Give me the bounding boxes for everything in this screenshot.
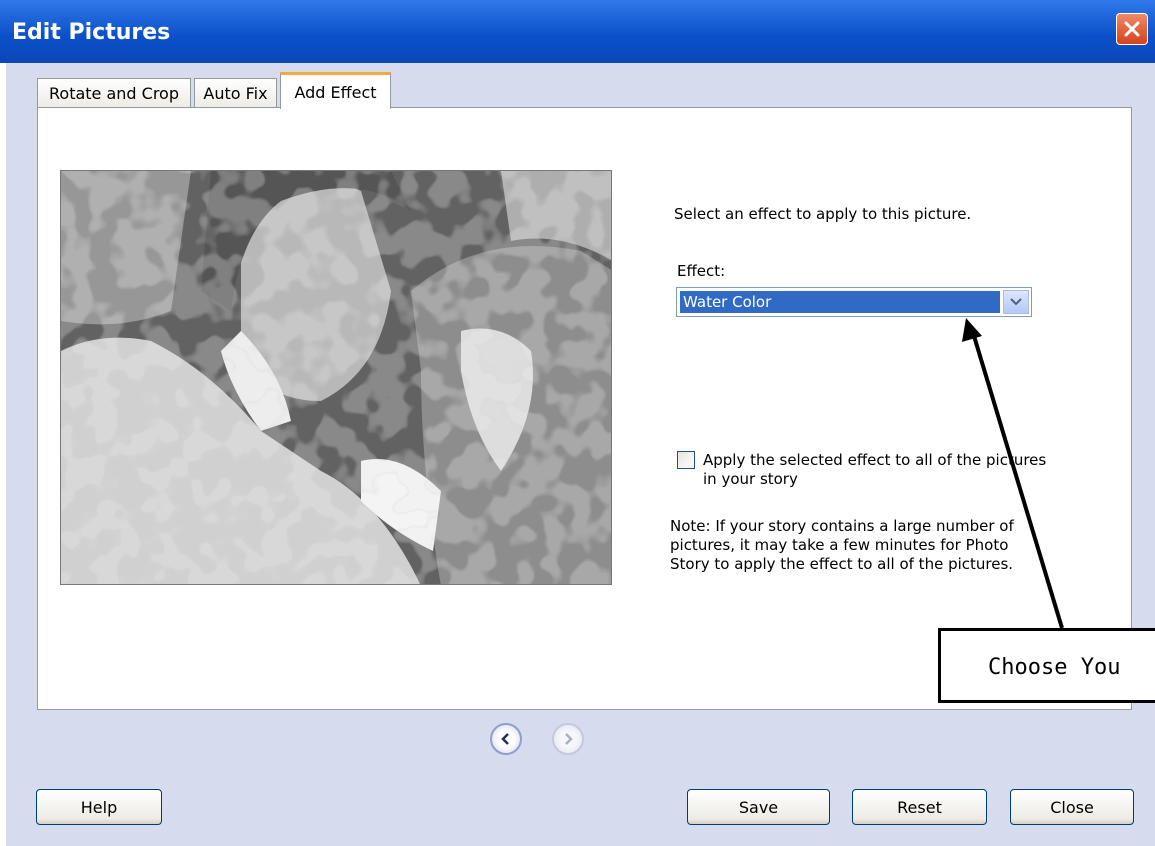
window-close-button[interactable] xyxy=(1116,13,1148,45)
title-bar[interactable]: Edit Pictures xyxy=(0,0,1155,63)
instruction-text: Select an effect to apply to this pictur… xyxy=(674,205,972,223)
next-picture-button[interactable] xyxy=(552,723,584,755)
chevron-left-icon xyxy=(501,733,509,745)
callout-box: Choose You xyxy=(938,628,1155,703)
save-button-label: Save xyxy=(738,797,779,817)
tab-rotate-and-crop[interactable]: Rotate and Crop xyxy=(37,78,191,108)
apply-all-checkbox[interactable] xyxy=(677,451,695,469)
tab-auto-fix[interactable]: Auto Fix xyxy=(194,78,277,108)
apply-all-label-line2: in your story xyxy=(703,470,798,488)
close-icon xyxy=(1124,21,1140,37)
tab-add-effect[interactable]: Add Effect xyxy=(280,72,391,109)
callout-text: Choose You xyxy=(988,655,1121,680)
previous-picture-button[interactable] xyxy=(490,723,522,755)
close-button-label: Close xyxy=(1050,797,1094,817)
reset-button-label: Reset xyxy=(897,797,942,817)
effect-preview-image xyxy=(60,170,612,585)
close-button[interactable]: Close xyxy=(1010,789,1134,825)
note-line3: Story to apply the effect to all of the … xyxy=(670,555,1014,573)
help-button-label: Help xyxy=(80,797,118,817)
help-button[interactable]: Help xyxy=(36,789,162,825)
reset-button[interactable]: Reset xyxy=(852,789,987,825)
effect-label: Effect: xyxy=(677,262,726,280)
note-line1: Note: If your story contains a large num… xyxy=(670,517,1014,535)
apply-all-label-line1: Apply the selected effect to all of the … xyxy=(703,451,1047,469)
chevron-down-icon xyxy=(1010,298,1022,306)
save-button[interactable]: Save xyxy=(687,789,830,825)
effect-selected-value: Water Color xyxy=(680,291,1000,313)
edit-pictures-dialog: Edit Pictures Rotate and Crop Auto Fix A… xyxy=(0,0,1155,846)
chevron-right-icon xyxy=(565,733,573,745)
tab-label: Rotate and Crop xyxy=(49,84,179,103)
window-title: Edit Pictures xyxy=(12,20,171,45)
note-line2: pictures, it may take a few minutes for … xyxy=(670,536,1009,554)
effect-dropdown[interactable]: Water Color xyxy=(676,287,1032,317)
tab-label: Add Effect xyxy=(294,82,377,102)
tab-label: Auto Fix xyxy=(203,84,268,103)
dropdown-arrow-button[interactable] xyxy=(1003,290,1029,314)
left-edge xyxy=(0,63,6,846)
